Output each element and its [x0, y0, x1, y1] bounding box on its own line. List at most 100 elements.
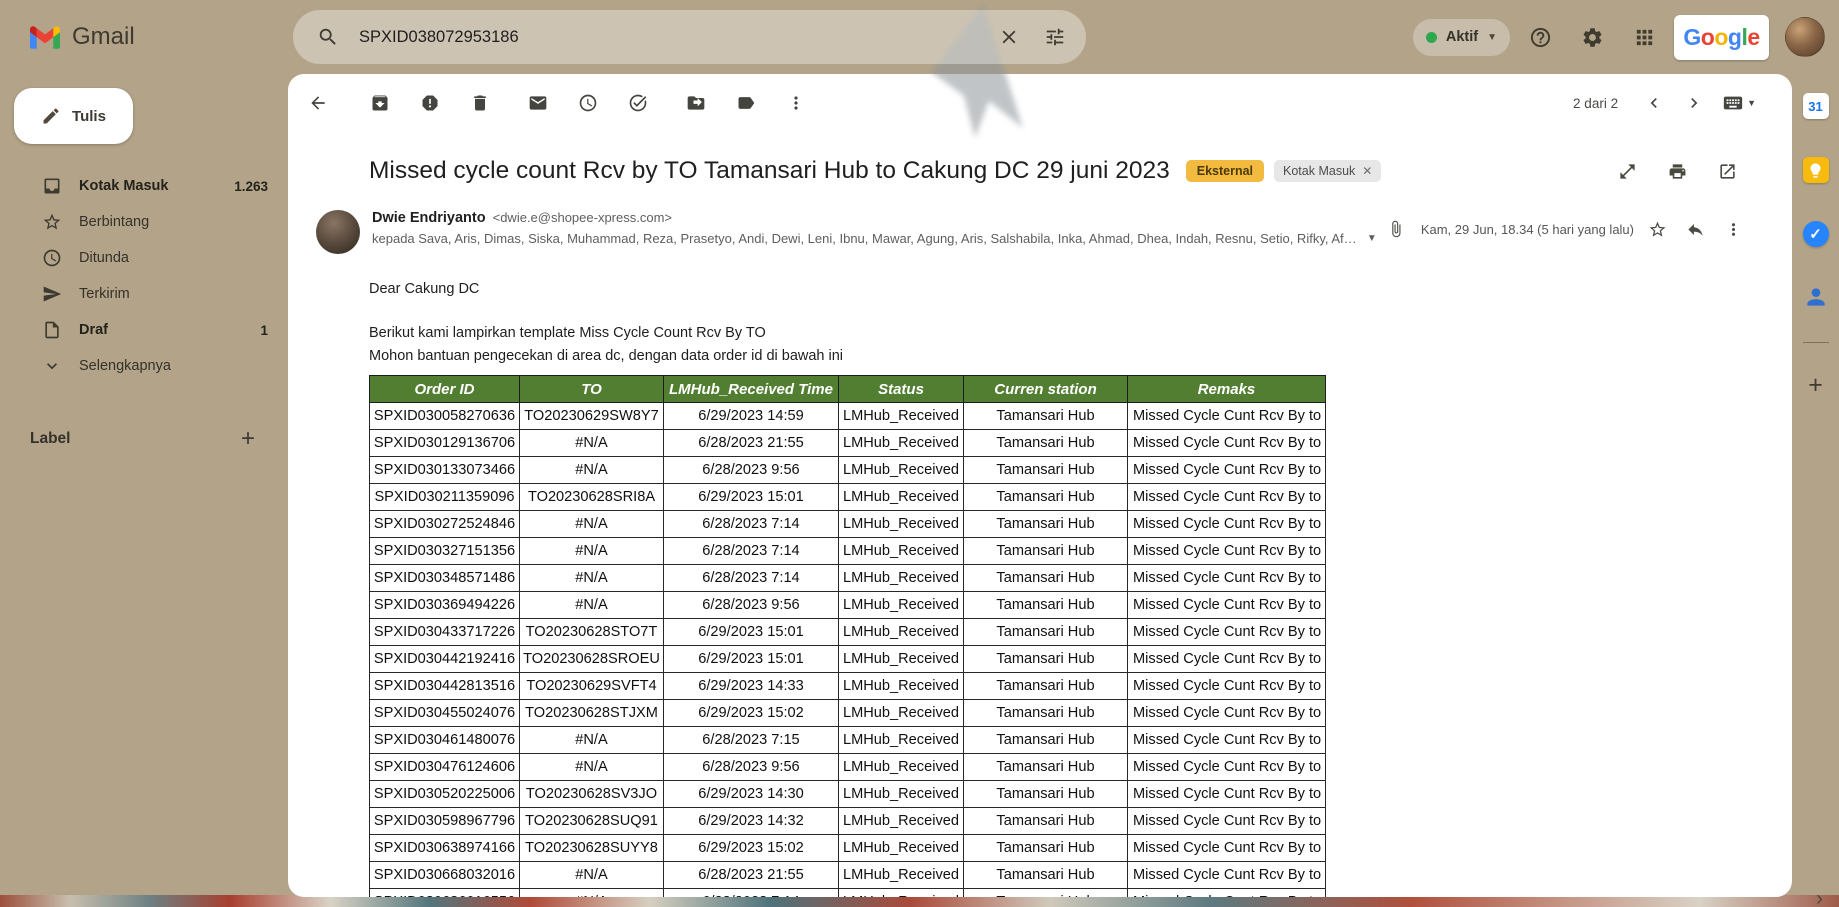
google-letter: g: [1727, 23, 1742, 50]
clock-icon: [43, 249, 61, 267]
table-row: SPXID030433717226 TO20230628STO7T 6/29/202…: [369, 618, 1326, 646]
calendar-app-button[interactable]: 31: [1802, 92, 1830, 120]
draft-icon: [45, 321, 59, 339]
remove-label-icon[interactable]: ✕: [1362, 164, 1372, 178]
expand-all-button[interactable]: [1608, 152, 1646, 190]
sidebar-item-snoozed[interactable]: Ditunda: [0, 240, 288, 276]
labels-button[interactable]: [726, 83, 766, 123]
calendar-icon: 31: [1802, 93, 1829, 119]
sidebar-item-drafts[interactable]: Draf 1: [0, 312, 288, 348]
table-cell: Missed Cycle Cunt Rcv By to: [1127, 429, 1326, 457]
tasks-app-button[interactable]: ✓: [1802, 220, 1830, 248]
more-vert-icon: [794, 96, 798, 110]
sidebar-item-label: Kotak Masuk: [79, 178, 169, 194]
newer-email-button[interactable]: [1634, 83, 1674, 123]
add-label-button[interactable]: +: [232, 423, 264, 455]
table-header-row: Order ID TO LMHub_Received Time Status Curre…: [369, 375, 1326, 403]
gear-icon: [1583, 27, 1601, 47]
table-cell: TO20230628SUQ91: [519, 807, 664, 835]
table-cell: Tamansari Hub: [963, 537, 1128, 565]
table-cell: Tamansari Hub: [963, 861, 1128, 889]
search-icon: [319, 28, 336, 45]
table-row: SPXID030598967796 TO20230628SUQ91 6/29/202…: [369, 807, 1326, 835]
table-cell: SPXID030369494226: [369, 591, 520, 619]
gmail-wordmark: Gmail: [72, 23, 135, 50]
sidebar-item-label: Ditunda: [79, 250, 129, 266]
table-cell: 6/28/2023 7:14: [663, 537, 839, 565]
table-cell: Missed Cycle Cunt Rcv By to: [1127, 483, 1326, 511]
compose-button[interactable]: Tulis: [14, 88, 133, 144]
table-cell: Tamansari Hub: [963, 429, 1128, 457]
apps-grid-button[interactable]: [1622, 15, 1666, 59]
google-letter: G: [1683, 23, 1701, 50]
table-cell: #N/A: [519, 888, 664, 897]
status-chip[interactable]: Aktif ▼: [1412, 18, 1510, 56]
open-in-new-icon: [1719, 163, 1735, 179]
table-row: SPXID030058270636 TO20230629SW8Y7 6/29/202…: [369, 402, 1326, 430]
search-input[interactable]: [351, 27, 986, 47]
sidebar-item-more[interactable]: Selengkapnya: [0, 348, 288, 384]
print-button[interactable]: [1658, 152, 1696, 190]
paperclip-icon: [1392, 220, 1401, 238]
table-cell: Tamansari Hub: [963, 834, 1128, 862]
add-addon-button[interactable]: +: [1808, 373, 1823, 398]
table-cell: LMHub_Received: [838, 510, 964, 538]
table-cell: LMHub_Received: [838, 807, 964, 835]
reply-button[interactable]: [1676, 210, 1714, 248]
delete-button[interactable]: [460, 83, 500, 123]
add-to-tasks-button[interactable]: [618, 83, 658, 123]
table-cell: Tamansari Hub: [963, 888, 1128, 897]
table-row: SPXID030348571486 #N/A 6/28/2023 7:14 LMHub…: [369, 564, 1326, 592]
more-options-button[interactable]: [776, 83, 816, 123]
back-button[interactable]: [298, 83, 338, 123]
inbox-icon: [44, 178, 60, 194]
table-cell: Missed Cycle Cunt Rcv By to: [1127, 402, 1326, 430]
side-panel-divider: [1802, 342, 1829, 343]
clear-search-button[interactable]: [986, 14, 1032, 60]
table-cell: 6/28/2023 7:14: [663, 564, 839, 592]
snooze-button[interactable]: [568, 83, 608, 123]
older-email-button[interactable]: [1674, 83, 1714, 123]
settings-button[interactable]: [1570, 15, 1614, 59]
sidebar-item-sent[interactable]: Terkirim: [0, 276, 288, 312]
table-cell: TO20230628SUYY8: [519, 834, 664, 862]
table-cell: 6/28/2023 7:14: [663, 510, 839, 538]
search-options-button[interactable]: [1032, 14, 1078, 60]
table-cell: LMHub_Received: [838, 618, 964, 646]
show-details-icon[interactable]: ▼: [1367, 233, 1377, 244]
table-cell: LMHub_Received: [838, 483, 964, 511]
table-cell: 6/29/2023 15:02: [663, 834, 839, 862]
table-cell: SPXID030442813516: [369, 672, 520, 700]
archive-button[interactable]: [360, 83, 400, 123]
move-to-button[interactable]: [676, 83, 716, 123]
table-cell: TO20230628SV3JO: [519, 780, 664, 808]
google-logo[interactable]: Google: [1674, 14, 1769, 60]
star-message-button[interactable]: [1638, 210, 1676, 248]
table-cell: TO20230628SRI8A: [519, 483, 664, 511]
message-more-button[interactable]: [1714, 210, 1752, 248]
table-cell: 6/29/2023 14:59: [663, 402, 839, 430]
contacts-app-button[interactable]: [1802, 284, 1830, 312]
sidebar-item-starred[interactable]: Berbintang: [0, 204, 288, 240]
profile-avatar[interactable]: [1785, 17, 1825, 57]
open-in-new-button[interactable]: [1708, 152, 1746, 190]
input-tools-button[interactable]: ▼: [1722, 92, 1756, 114]
mark-unread-button[interactable]: [518, 83, 558, 123]
gmail-logo[interactable]: Gmail: [30, 0, 135, 74]
sidebar-item-inbox[interactable]: Kotak Masuk 1.263: [0, 168, 288, 204]
table-cell: SPXID030058270636: [369, 402, 520, 430]
sidebar-nav: Kotak Masuk 1.263 Berbintang Ditunda Ter…: [0, 168, 288, 384]
keep-app-button[interactable]: [1802, 156, 1830, 184]
report-spam-button[interactable]: [410, 83, 450, 123]
sender-email: <dwie.e@shopee-xpress.com>: [492, 210, 673, 225]
table-row: SPXID030668032016 #N/A 6/28/2023 21:55 LMHu…: [369, 861, 1326, 889]
sender-avatar[interactable]: [316, 210, 360, 254]
inbox-label-chip[interactable]: Kotak Masuk ✕: [1274, 160, 1382, 182]
attachment-button[interactable]: [1377, 210, 1415, 248]
show-side-panel-chevron[interactable]: ›: [1816, 887, 1823, 907]
table-header-cell: Order ID: [369, 375, 520, 403]
table-cell: SPXID030129136706: [369, 429, 520, 457]
chevron-right-icon: [1691, 98, 1698, 108]
search-button[interactable]: [305, 14, 351, 60]
help-button[interactable]: [1518, 15, 1562, 59]
